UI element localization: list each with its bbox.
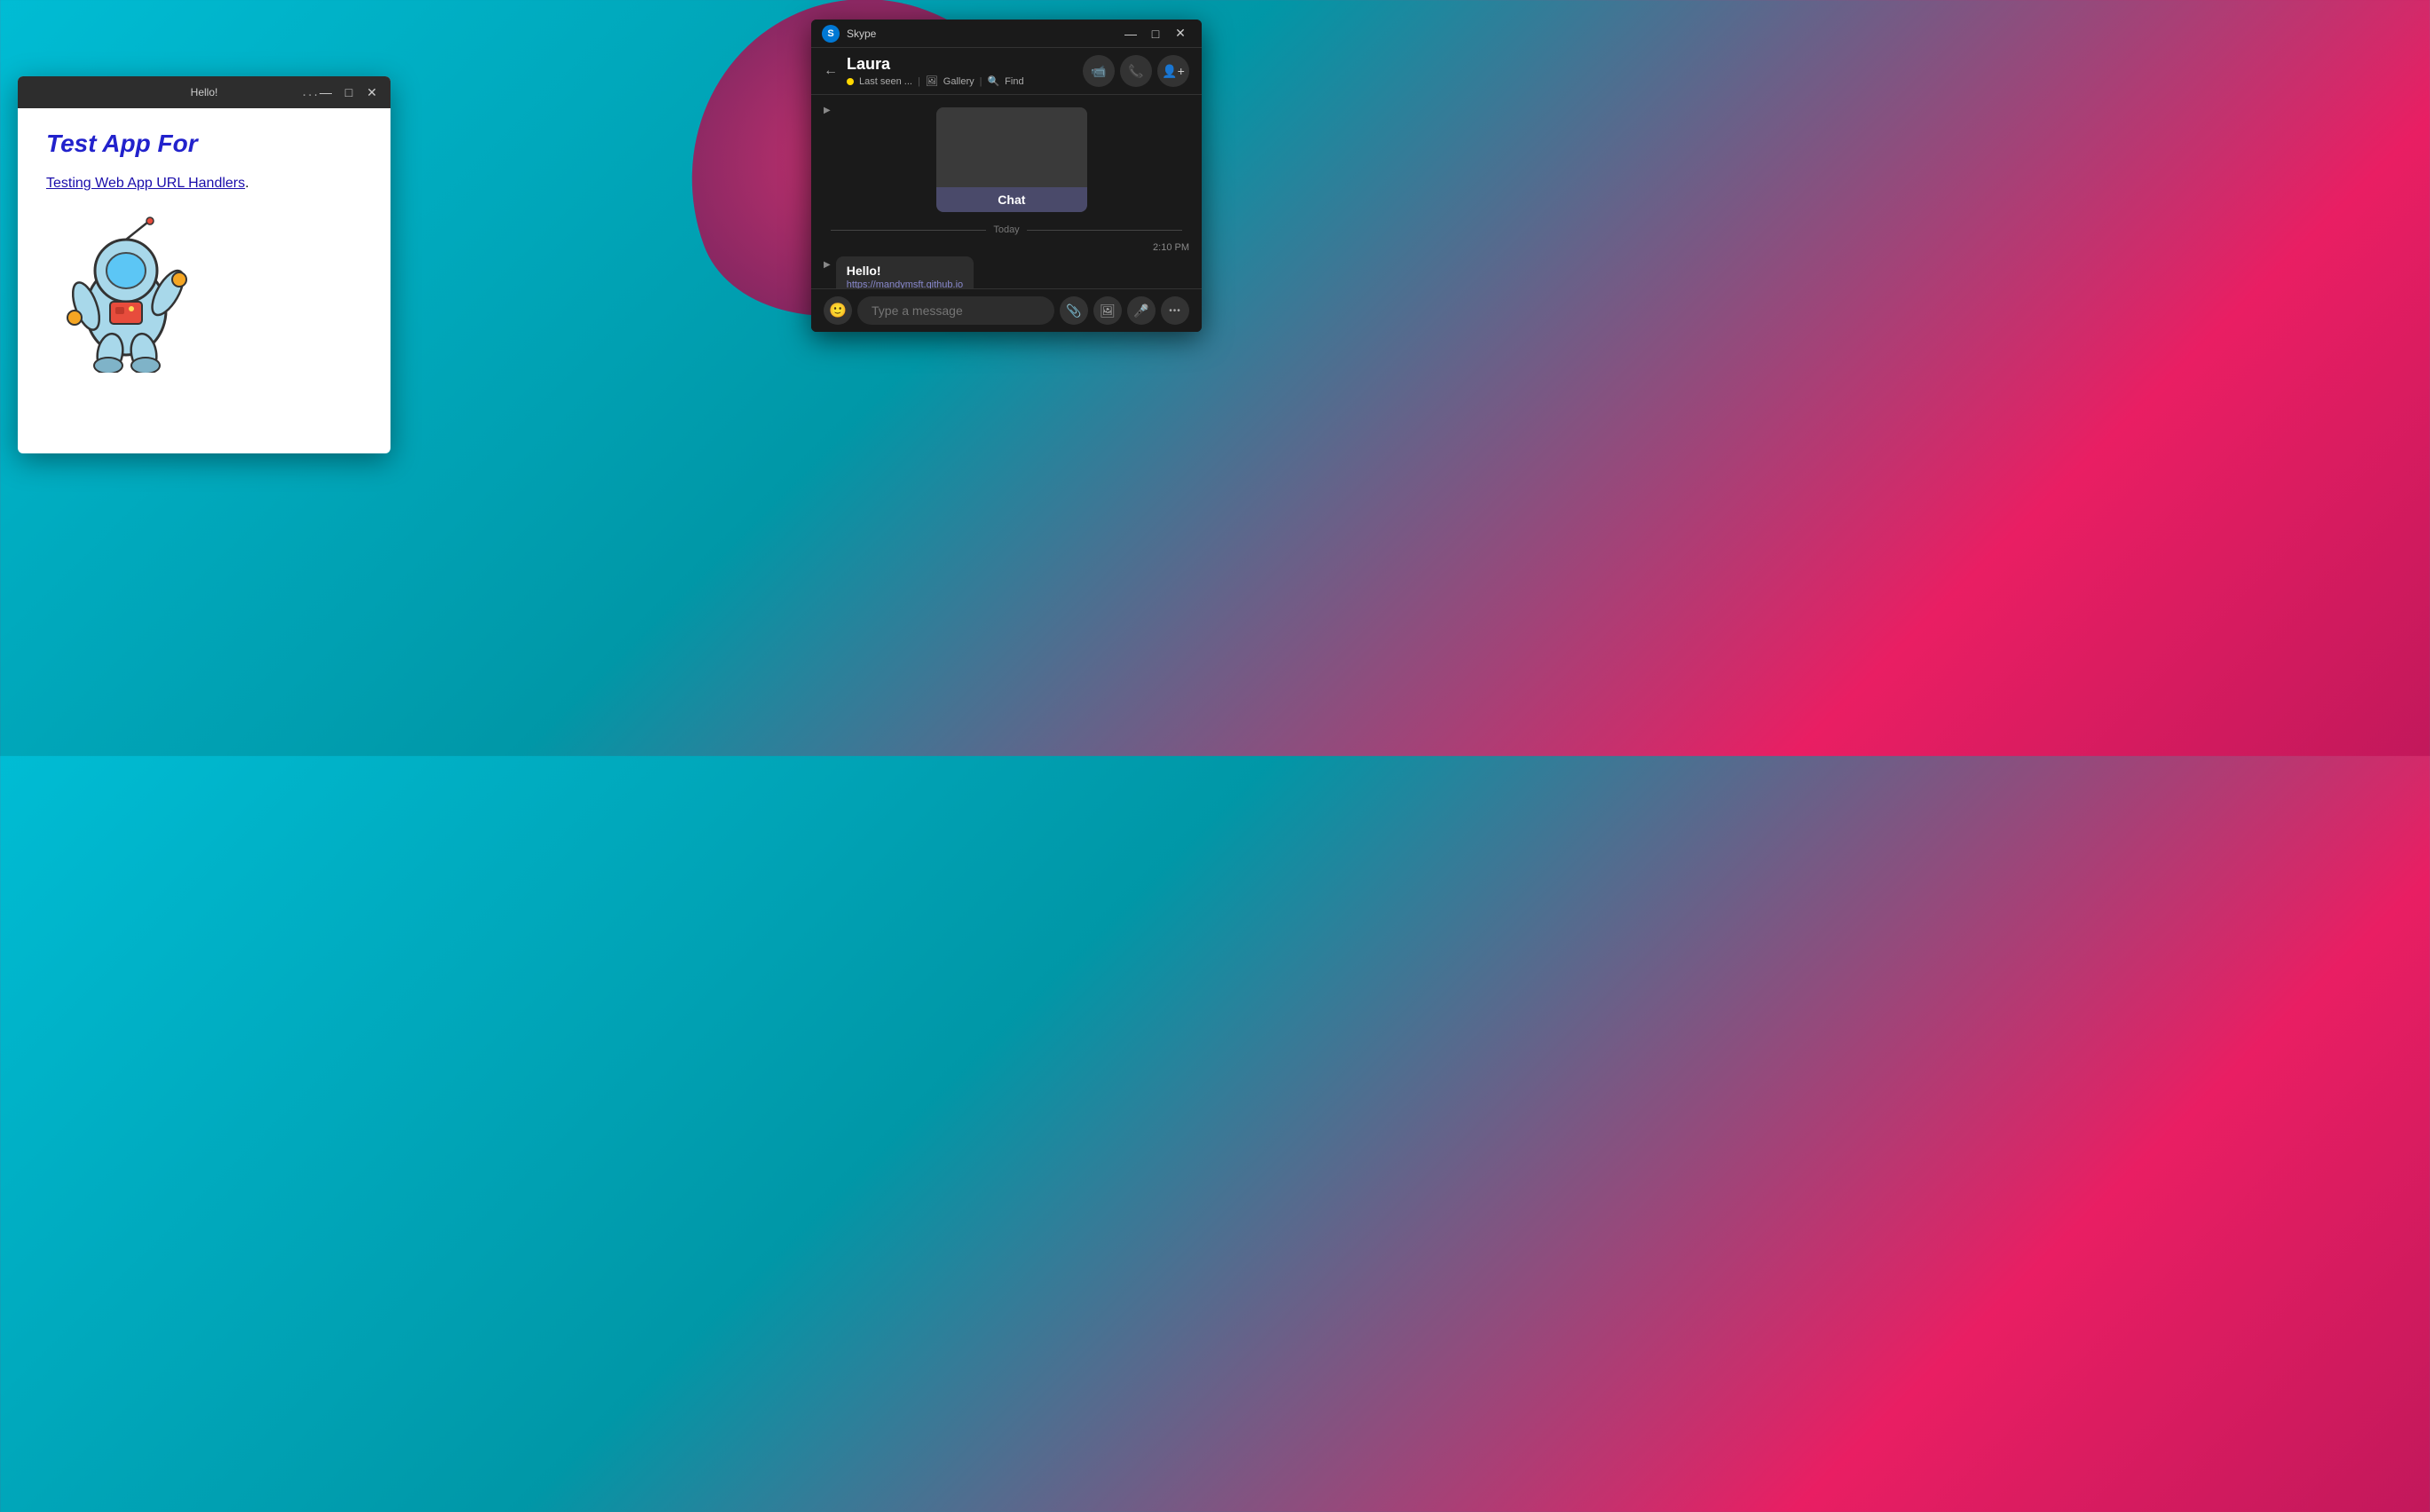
contact-status: Last seen ... | 🖼 Gallery | 🔍 Find	[847, 75, 1083, 87]
skype-logo-letter: S	[827, 28, 833, 39]
back-button[interactable]: ←	[824, 63, 838, 79]
skype-body: ← Laura Last seen ... | 🖼 Gallery | 🔍 Fi…	[811, 48, 1202, 332]
gallery-icon: 🖼	[926, 75, 938, 87]
add-person-icon: 👤+	[1162, 64, 1185, 79]
astronaut-illustration	[46, 213, 206, 373]
status-separator2: |	[980, 76, 982, 87]
message-input-area: 🙂 📎 🖼 🎤 •••	[811, 288, 1202, 332]
webapp-window-controls: — □ ✕	[318, 84, 380, 100]
chat-preview-card: Chat	[936, 107, 1087, 212]
skype-close-button[interactable]: ✕	[1170, 25, 1191, 43]
status-text: Last seen ...	[859, 76, 912, 87]
today-label: Today	[993, 224, 1019, 235]
skype-window-controls: — □ ✕	[1120, 25, 1191, 43]
webapp-link-period: .	[245, 176, 249, 191]
webapp-minimize-button[interactable]: —	[318, 84, 334, 100]
webapp-close-button[interactable]: ✕	[364, 84, 380, 100]
emoji-button[interactable]: 🙂	[824, 296, 852, 325]
gallery-label[interactable]: Gallery	[943, 76, 974, 87]
chat-preview-label: Chat	[936, 187, 1087, 212]
video-call-icon: 📹	[1091, 64, 1106, 79]
contact-name: Laura	[847, 55, 1083, 74]
attachment-icon: 📎	[1066, 303, 1081, 319]
message-text-1: Hello!	[847, 264, 963, 278]
chat-timestamp: 2:10 PM	[824, 242, 1189, 253]
send-arrow-icon: ▶	[824, 106, 831, 115]
message-input[interactable]	[857, 296, 1054, 325]
chat-today-divider: Today	[824, 224, 1189, 235]
chat-preview-image	[936, 107, 1087, 187]
skype-logo: S	[822, 25, 840, 43]
webapp-url-link[interactable]: Testing Web App URL Handlers	[46, 176, 245, 191]
astronaut-container	[46, 213, 362, 377]
find-icon: 🔍	[987, 75, 999, 87]
audio-call-button[interactable]: 📞	[1120, 55, 1152, 87]
find-label[interactable]: Find	[1005, 76, 1023, 87]
image-icon: 🖼	[1100, 303, 1116, 319]
webapp-maximize-button[interactable]: □	[341, 84, 357, 100]
message-bubble-1: Hello! https://mandymsft.github.io	[836, 256, 974, 288]
more-icon: •••	[1169, 306, 1181, 316]
contact-info: Laura Last seen ... | 🖼 Gallery | 🔍 Find	[847, 55, 1083, 87]
webapp-link-paragraph: Testing Web App URL Handlers.	[46, 176, 362, 192]
image-button[interactable]: 🖼	[1093, 296, 1122, 325]
skype-titlebar: S Skype — □ ✕	[811, 20, 1202, 48]
status-dot	[847, 78, 854, 85]
webapp-window: Hello! ... — □ ✕ Test App For Testing We…	[18, 76, 391, 453]
chat-area[interactable]: ▶ Chat Today 2:10 PM ▶ Hello! https://ma…	[811, 95, 1202, 288]
mic-icon: 🎤	[1133, 303, 1148, 319]
webapp-titlebar: Hello! ... — □ ✕	[18, 76, 391, 108]
skype-chat-header: ← Laura Last seen ... | 🖼 Gallery | 🔍 Fi…	[811, 48, 1202, 95]
add-person-button[interactable]: 👤+	[1157, 55, 1189, 87]
msg-arrow-1: ▶	[824, 260, 831, 270]
message-row-1: ▶ Hello! https://mandymsft.github.io	[824, 256, 1189, 288]
webapp-title: Hello!	[191, 86, 218, 98]
attachment-button[interactable]: 📎	[1060, 296, 1088, 325]
mic-button[interactable]: 🎤	[1127, 296, 1156, 325]
emoji-icon: 🙂	[829, 302, 847, 319]
status-separator: |	[918, 76, 920, 87]
header-actions: 📹 📞 👤+	[1083, 55, 1189, 87]
skype-minimize-button[interactable]: —	[1120, 25, 1141, 43]
webapp-content: Test App For Testing Web App URL Handler…	[18, 108, 391, 398]
message-link-1[interactable]: https://mandymsft.github.io	[847, 280, 963, 288]
video-call-button[interactable]: 📹	[1083, 55, 1115, 87]
audio-call-icon: 📞	[1128, 64, 1143, 79]
skype-app-name: Skype	[847, 28, 1120, 40]
skype-maximize-button[interactable]: □	[1145, 25, 1166, 43]
more-button[interactable]: •••	[1161, 296, 1189, 325]
webapp-heading: Test App For	[46, 130, 362, 158]
skype-window: S Skype — □ ✕ ← Laura Last seen ... | 🖼 …	[811, 20, 1202, 332]
